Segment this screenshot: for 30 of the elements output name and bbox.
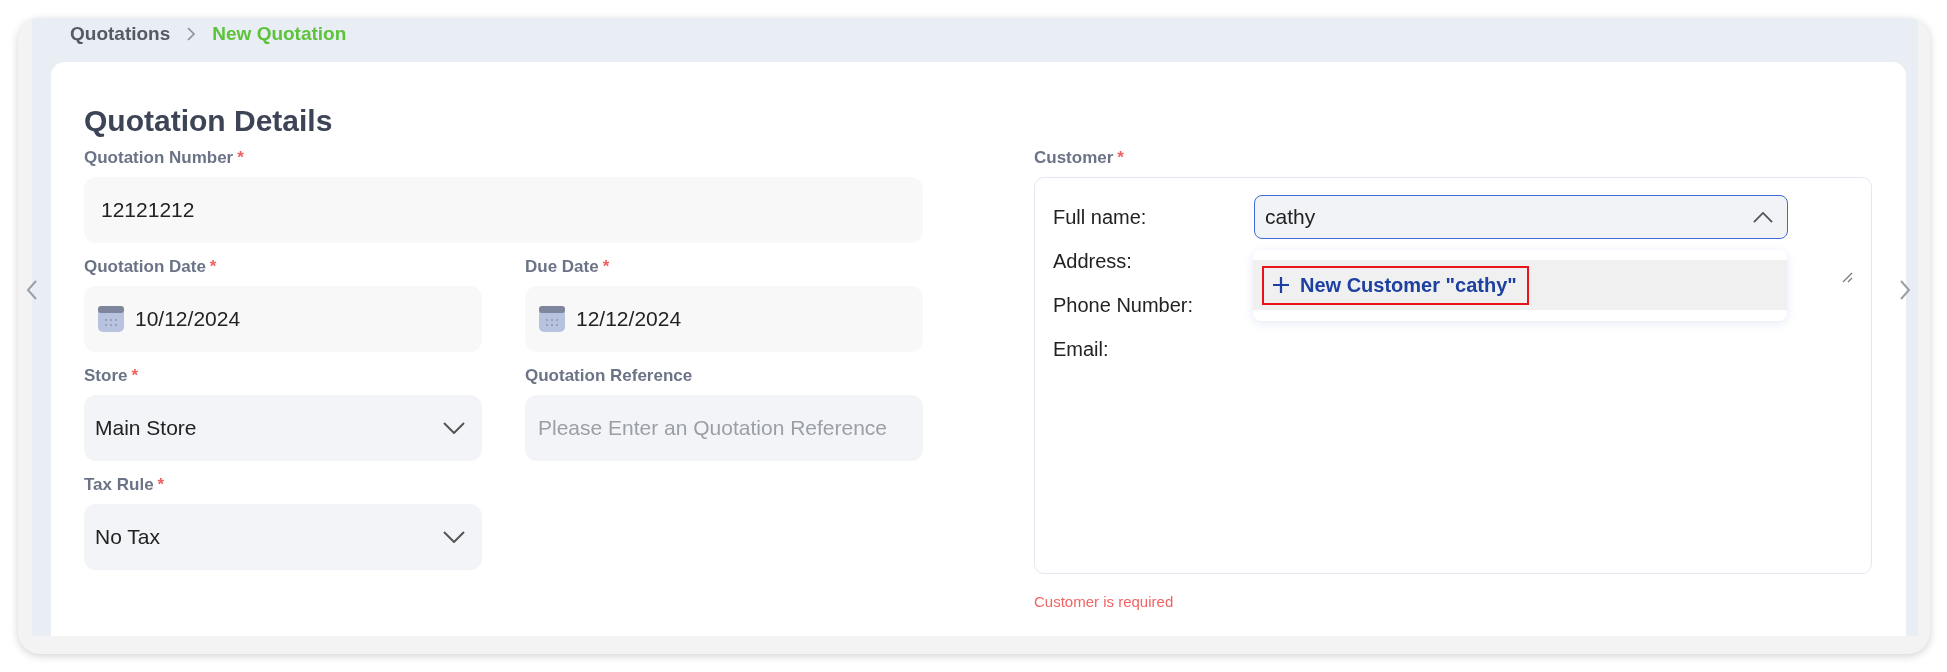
required-mark: * [602,257,610,277]
breadcrumb-item: New Quotation [212,23,347,45]
required-mark: * [237,148,244,168]
required-mark: * [1117,148,1124,168]
input-field[interactable]: 12121212 [84,177,923,243]
select-field[interactable]: No Tax [84,504,482,570]
field-label: Store [84,366,128,386]
date-field[interactable]: 12/12/2024 [525,286,923,352]
field-label: Quotation Number [84,148,234,168]
new-customer-option[interactable]: New Customer "cathy" [1262,265,1529,305]
field-label: Full name: [1053,205,1148,229]
error-message: Customer is required [1034,593,1175,610]
dropdown-option[interactable]: New Customer "cathy" [1253,260,1787,310]
field-label: Due Date [525,257,599,277]
required-mark: * [209,257,217,277]
date-field[interactable]: 10/12/2024 [84,286,482,352]
page-title: Quotation Details [84,104,334,138]
select-field[interactable]: Main Store [84,395,482,461]
required-mark: * [131,366,139,386]
field-label: Email: [1053,337,1110,362]
required-mark: * [157,475,165,495]
field-label: Tax Rule [84,475,154,495]
breadcrumb-item[interactable]: Quotations [70,23,171,45]
customer-select[interactable]: cathy [1254,195,1788,239]
field-label: Customer [1034,148,1114,168]
input-field[interactable]: Please Enter an Quotation Reference [525,395,923,461]
field-label: Address: [1053,249,1133,274]
field-label: Quotation Reference [525,366,693,386]
field-label: Quotation Date [84,257,206,277]
field-label: Phone Number: [1053,293,1195,318]
